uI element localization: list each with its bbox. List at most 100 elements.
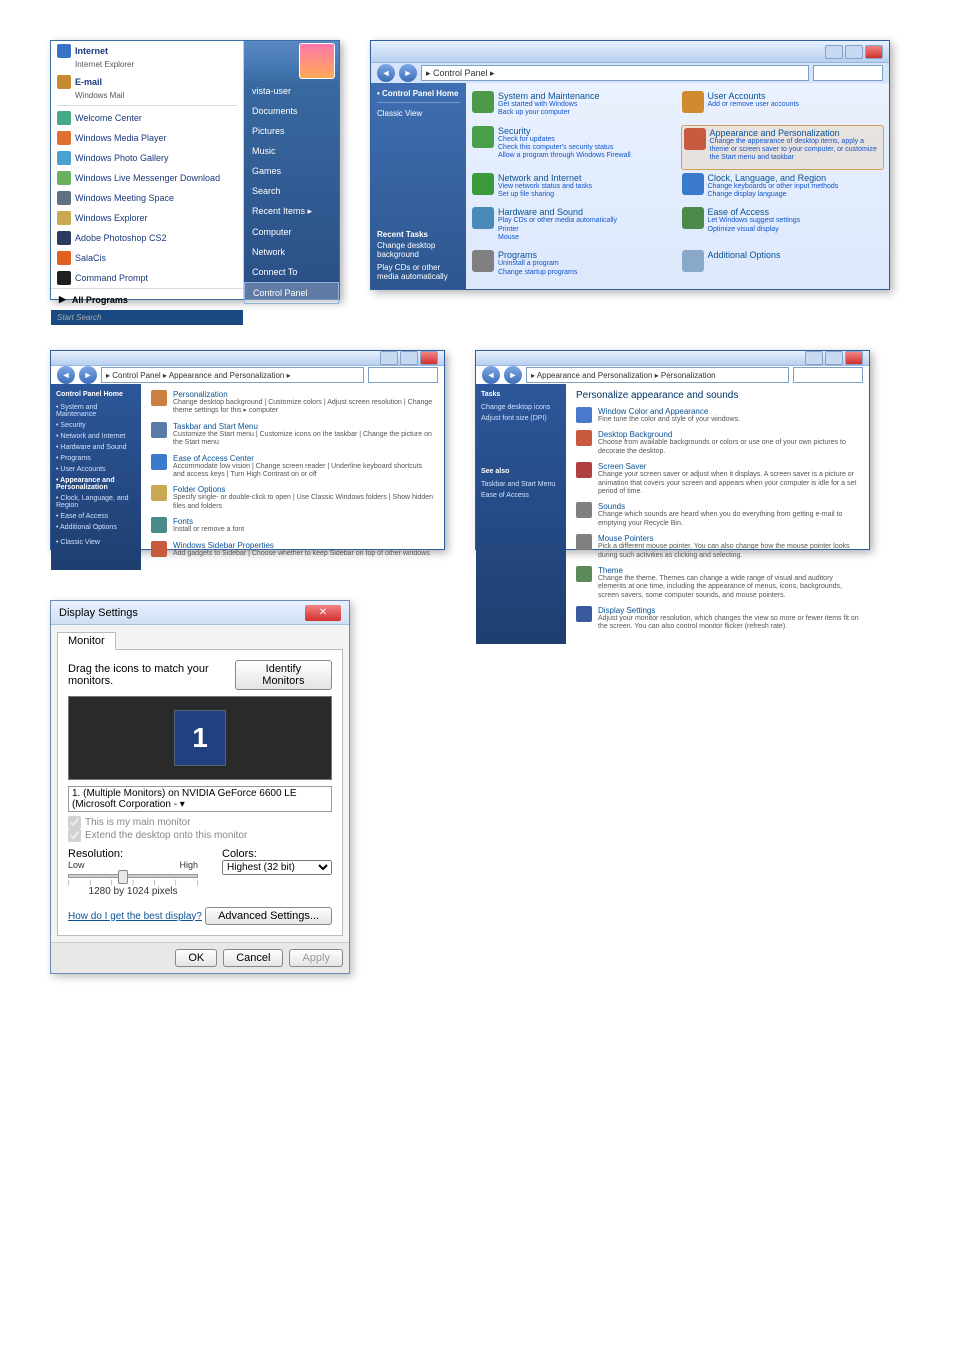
address-bar[interactable]: ▸ Appearance and Personalization ▸ Perso… <box>526 367 789 383</box>
identify-monitors-button[interactable]: Identify Monitors <box>235 660 332 690</box>
cp-category[interactable]: Clock, Language, and Region Change keybo… <box>682 173 884 204</box>
start-right-item[interactable]: Control Panel <box>244 282 339 304</box>
seealso-link[interactable]: Taskbar and Start Menu <box>481 479 561 490</box>
resolution-slider[interactable]: LowHigh ||||||| 1280 by 1024 pixels <box>68 860 198 897</box>
start-right-item[interactable]: Computer <box>244 222 339 242</box>
category-link[interactable]: Check for updates <box>498 136 674 144</box>
start-right-item[interactable]: Help and Support <box>244 324 339 344</box>
minimize-button[interactable] <box>805 351 823 365</box>
recent-task-link[interactable]: Change desktop background <box>377 239 462 261</box>
category-link[interactable]: Change the appearance of desktop items, … <box>710 138 882 163</box>
side-link[interactable]: • Classic View <box>56 537 136 548</box>
start-right-item[interactable]: vista-user <box>244 81 339 101</box>
close-button[interactable] <box>865 45 883 59</box>
category-title[interactable]: Programs <box>498 250 674 260</box>
pz-item[interactable]: ThemeChange the theme. Themes can change… <box>576 566 859 600</box>
monitor-arrangement-area[interactable]: 1 <box>68 696 332 780</box>
start-item[interactable]: Adobe Photoshop CS2 <box>51 228 243 248</box>
address-bar[interactable]: ▸ Control Panel ▸ Appearance and Persona… <box>101 367 364 383</box>
category-link[interactable]: Add or remove user accounts <box>708 101 884 109</box>
start-right-item[interactable]: Games <box>244 161 339 181</box>
recent-task-link[interactable]: Play CDs or other media automatically <box>377 261 462 283</box>
back-button[interactable]: ◄ <box>377 64 395 82</box>
category-title[interactable]: Hardware and Sound <box>498 207 674 217</box>
back-button[interactable]: ◄ <box>482 366 500 384</box>
category-title[interactable]: Network and Internet <box>498 173 674 183</box>
start-item[interactable]: Windows Meeting Space <box>51 188 243 208</box>
pz-item[interactable]: Ease of Access CenterAccommodate low vis… <box>151 454 434 480</box>
close-button[interactable]: ✕ <box>305 605 341 621</box>
cp-category[interactable]: Security Check for updatesCheck this com… <box>472 126 674 169</box>
side-link[interactable]: Adjust font size (DPI) <box>481 413 561 424</box>
start-item[interactable]: Windows Photo Gallery <box>51 148 243 168</box>
category-title[interactable]: Ease of Access <box>708 207 884 217</box>
apply-button[interactable]: Apply <box>289 949 343 967</box>
side-link[interactable]: • System and Maintenance <box>56 402 136 420</box>
close-button[interactable] <box>845 351 863 365</box>
pz-item[interactable]: Window Color and AppearanceFine tune the… <box>576 407 859 424</box>
start-search-input[interactable]: Start Search <box>51 310 243 325</box>
category-link[interactable]: View network status and tasks <box>498 183 674 191</box>
cp-category[interactable]: Hardware and Sound Play CDs or other med… <box>472 207 674 246</box>
category-link[interactable]: Back up your computer <box>498 109 674 117</box>
minimize-button[interactable] <box>825 45 843 59</box>
category-link[interactable]: Set up file sharing <box>498 191 674 199</box>
close-button[interactable] <box>420 351 438 365</box>
side-link[interactable]: • Network and Internet <box>56 431 136 442</box>
category-title[interactable]: Security <box>498 126 674 136</box>
pz-item[interactable]: Mouse PointersPick a different mouse poi… <box>576 534 859 560</box>
start-right-item[interactable]: Network <box>244 242 339 262</box>
cp-category[interactable]: Additional Options <box>682 250 884 281</box>
category-link[interactable]: Uninstall a program <box>498 260 674 268</box>
advanced-settings-button[interactable]: Advanced Settings... <box>205 907 332 925</box>
cancel-button[interactable]: Cancel <box>223 949 283 967</box>
pz-item[interactable]: Taskbar and Start MenuCustomize the Star… <box>151 422 434 448</box>
start-item[interactable]: Windows Explorer <box>51 208 243 228</box>
pz-item[interactable]: PersonalizationChange desktop background… <box>151 390 434 416</box>
category-link[interactable]: Printer <box>498 226 674 234</box>
cp-home-link[interactable]: • Control Panel Home <box>377 89 460 103</box>
category-link[interactable]: Let Windows suggest settings <box>708 217 884 225</box>
start-right-item[interactable]: Recent Items ▸ <box>244 201 339 222</box>
category-title[interactable]: Additional Options <box>708 250 884 260</box>
cp-category[interactable]: System and Maintenance Get started with … <box>472 91 674 122</box>
pz-item[interactable]: Folder OptionsSpecify single- or double-… <box>151 485 434 511</box>
side-link[interactable]: • Additional Options <box>56 522 136 533</box>
cp-category[interactable]: Programs Uninstall a programChange start… <box>472 250 674 281</box>
search-input[interactable] <box>793 367 863 383</box>
maximize-button[interactable] <box>825 351 843 365</box>
category-link[interactable]: Change keyboards or other input methods <box>708 183 884 191</box>
side-link[interactable]: • Appearance and Personalization <box>56 475 136 493</box>
category-link[interactable]: Allow a program through Windows Firewall <box>498 152 674 160</box>
start-right-item[interactable]: Documents <box>244 101 339 121</box>
start-item[interactable]: Windows Media Player <box>51 128 243 148</box>
classic-view-link[interactable]: Classic View <box>377 107 460 120</box>
seealso-link[interactable]: Ease of Access <box>481 490 561 501</box>
pz-item[interactable]: Windows Sidebar PropertiesAdd gadgets to… <box>151 541 434 558</box>
category-link[interactable]: Mouse <box>498 234 674 242</box>
category-title[interactable]: Clock, Language, and Region <box>708 173 884 183</box>
side-link[interactable]: • Programs <box>56 453 136 464</box>
monitor-icon-1[interactable]: 1 <box>174 710 226 766</box>
pz-item[interactable]: Display SettingsAdjust your monitor reso… <box>576 606 859 632</box>
search-input[interactable] <box>813 65 883 81</box>
category-link[interactable]: Change display language <box>708 191 884 199</box>
cp-category[interactable]: Network and Internet View network status… <box>472 173 674 204</box>
pz-item[interactable]: Screen SaverChange your screen saver or … <box>576 462 859 496</box>
category-link[interactable]: Change startup programs <box>498 269 674 277</box>
category-link[interactable]: Optimize visual display <box>708 226 884 234</box>
forward-button[interactable]: ► <box>79 366 97 384</box>
pz-item[interactable]: Desktop BackgroundChoose from available … <box>576 430 859 456</box>
category-title[interactable]: Appearance and Personalization <box>710 128 882 138</box>
tab-monitor[interactable]: Monitor <box>57 632 116 650</box>
start-right-item[interactable]: Music <box>244 141 339 161</box>
category-title[interactable]: System and Maintenance <box>498 91 674 101</box>
side-link[interactable]: • Security <box>56 420 136 431</box>
category-link[interactable]: Play CDs or other media automatically <box>498 217 674 225</box>
side-link[interactable]: • Ease of Access <box>56 511 136 522</box>
start-item[interactable]: Welcome Center <box>51 108 243 128</box>
minimize-button[interactable] <box>380 351 398 365</box>
colors-dropdown[interactable]: Highest (32 bit) <box>222 860 332 875</box>
maximize-button[interactable] <box>845 45 863 59</box>
pz-item[interactable]: SoundsChange which sounds are heard when… <box>576 502 859 528</box>
